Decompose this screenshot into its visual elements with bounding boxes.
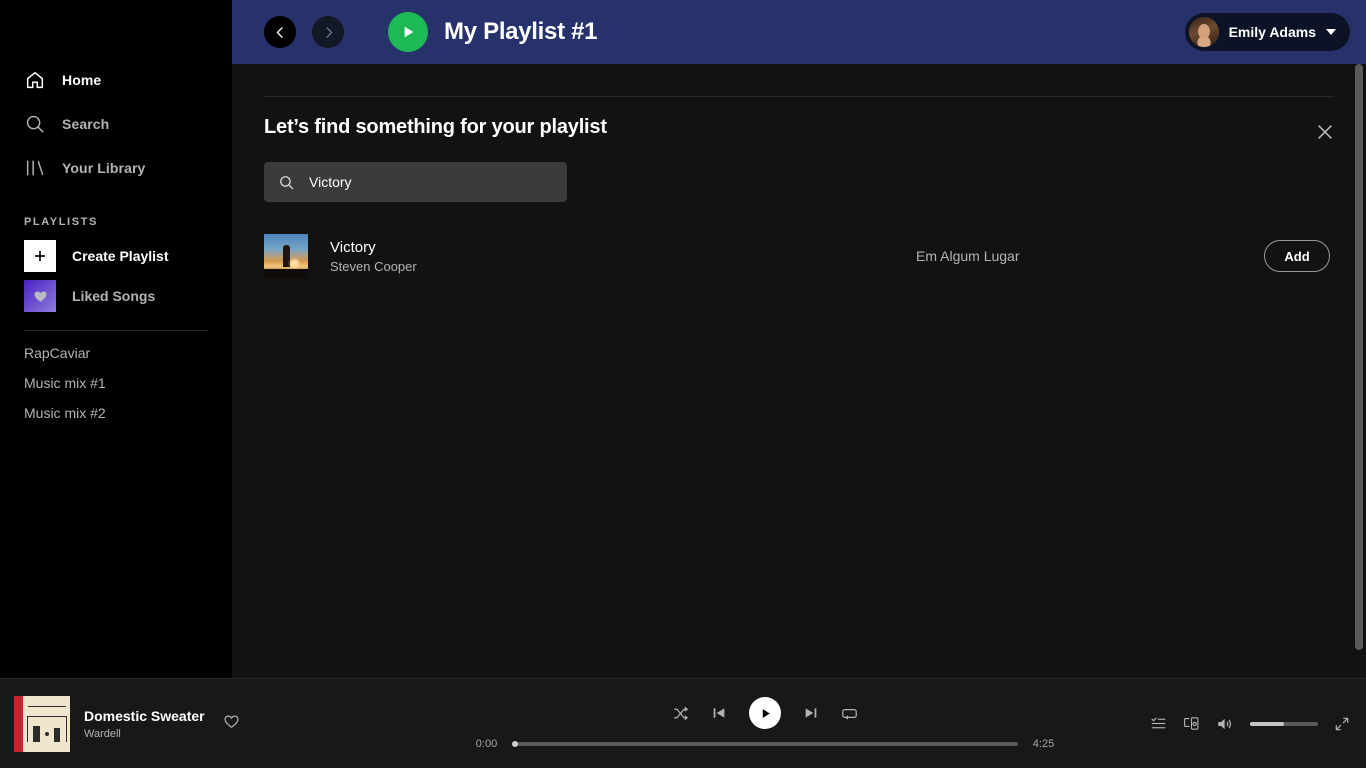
user-menu-button[interactable]: Emily Adams bbox=[1185, 13, 1350, 51]
scrollbar[interactable] bbox=[1352, 64, 1366, 678]
previous-icon bbox=[711, 705, 727, 721]
player-right-controls bbox=[1150, 715, 1366, 733]
progress-handle[interactable] bbox=[512, 741, 518, 747]
sidebar: Home Search Your Library PLAYLISTS Creat… bbox=[0, 0, 232, 678]
create-playlist-button[interactable]: Create Playlist bbox=[0, 236, 232, 276]
player-bar: Domestic Sweater Wardell bbox=[0, 678, 1366, 768]
scrollbar-thumb[interactable] bbox=[1355, 64, 1363, 650]
current-time: 0:00 bbox=[471, 738, 503, 750]
sidebar-item-search[interactable]: Search bbox=[0, 102, 232, 146]
home-icon bbox=[24, 69, 46, 91]
volume-fill bbox=[1250, 722, 1284, 726]
album-art-domestic-sweater bbox=[14, 696, 70, 752]
add-button[interactable]: Add bbox=[1264, 240, 1330, 272]
like-button[interactable] bbox=[223, 713, 240, 735]
now-playing-artist: Wardell bbox=[84, 728, 205, 740]
next-icon bbox=[803, 705, 819, 721]
fullscreen-button[interactable] bbox=[1334, 716, 1350, 732]
play-button[interactable] bbox=[749, 697, 781, 729]
album-art-victory bbox=[264, 234, 308, 278]
close-icon bbox=[1314, 121, 1336, 143]
devices-icon bbox=[1183, 715, 1200, 732]
close-button[interactable] bbox=[1314, 121, 1336, 143]
spotify-app: Home Search Your Library PLAYLISTS Creat… bbox=[0, 0, 1366, 768]
top-header: My Playlist #1 Emily Adams bbox=[232, 0, 1366, 64]
progress-bar[interactable] bbox=[513, 742, 1018, 746]
shuffle-icon bbox=[672, 705, 689, 722]
page-title: My Playlist #1 bbox=[444, 18, 597, 46]
play-icon bbox=[759, 707, 772, 720]
back-button[interactable] bbox=[264, 16, 296, 48]
next-button[interactable] bbox=[803, 705, 819, 721]
sidebar-item-home[interactable]: Home bbox=[0, 58, 232, 102]
repeat-icon bbox=[841, 705, 858, 722]
now-playing-title: Domestic Sweater bbox=[84, 708, 205, 724]
player-center: 0:00 4:25 bbox=[380, 697, 1150, 750]
forward-button[interactable] bbox=[312, 16, 344, 48]
repeat-button[interactable] bbox=[841, 705, 858, 722]
volume-slider[interactable] bbox=[1250, 722, 1318, 726]
devices-button[interactable] bbox=[1183, 715, 1200, 732]
chevron-down-icon bbox=[1326, 29, 1336, 35]
heart-outline-icon bbox=[223, 713, 240, 730]
track-album: Em Algum Lugar bbox=[916, 248, 1020, 264]
user-name: Emily Adams bbox=[1229, 24, 1316, 40]
library-icon bbox=[24, 157, 46, 179]
sidebar-item-label: Home bbox=[62, 72, 101, 88]
plus-icon bbox=[24, 240, 56, 272]
play-icon bbox=[400, 24, 416, 40]
fullscreen-icon bbox=[1334, 716, 1350, 732]
sidebar-playlist-music-mix-2[interactable]: Music mix #2 bbox=[0, 391, 232, 421]
playlists-section-label: PLAYLISTS bbox=[24, 216, 232, 228]
shuffle-button[interactable] bbox=[672, 705, 689, 722]
total-time: 4:25 bbox=[1028, 738, 1060, 750]
previous-button[interactable] bbox=[711, 705, 727, 721]
header-play-button[interactable] bbox=[388, 12, 428, 52]
volume-icon bbox=[1216, 715, 1234, 733]
progress-row: 0:00 4:25 bbox=[471, 738, 1060, 750]
create-playlist-label: Create Playlist bbox=[72, 248, 169, 264]
sidebar-item-label: Your Library bbox=[62, 160, 145, 176]
liked-songs-label: Liked Songs bbox=[72, 288, 155, 304]
track-artist: Steven Cooper bbox=[330, 259, 417, 274]
heart-icon bbox=[24, 280, 56, 312]
search-icon bbox=[278, 174, 295, 191]
find-section-title: Let’s find something for your playlist bbox=[264, 116, 607, 139]
avatar bbox=[1189, 17, 1219, 47]
sidebar-item-label: Search bbox=[62, 116, 109, 132]
track-name: Victory bbox=[330, 239, 417, 256]
sidebar-item-your-library[interactable]: Your Library bbox=[0, 146, 232, 190]
result-text: Victory Steven Cooper bbox=[330, 239, 417, 274]
search-icon bbox=[24, 113, 46, 135]
now-playing: Domestic Sweater Wardell bbox=[0, 696, 380, 752]
search-result-row[interactable]: Victory Steven Cooper Em Algum Lugar Add bbox=[264, 228, 1334, 284]
queue-icon bbox=[1150, 715, 1167, 732]
chevron-right-icon bbox=[321, 25, 336, 40]
liked-songs-button[interactable]: Liked Songs bbox=[0, 276, 232, 316]
search-input-value: Victory bbox=[309, 174, 352, 190]
search-input[interactable]: Victory bbox=[264, 162, 567, 202]
queue-button[interactable] bbox=[1150, 715, 1167, 732]
player-controls bbox=[672, 697, 858, 729]
main-content: Let’s find something for your playlist V… bbox=[232, 64, 1366, 678]
sidebar-playlist-rapcaviar[interactable]: RapCaviar bbox=[0, 331, 232, 361]
content-divider bbox=[264, 96, 1334, 97]
now-playing-text: Domestic Sweater Wardell bbox=[84, 708, 205, 740]
chevron-left-icon bbox=[273, 25, 288, 40]
volume-button[interactable] bbox=[1216, 715, 1234, 733]
sidebar-playlist-music-mix-1[interactable]: Music mix #1 bbox=[0, 361, 232, 391]
